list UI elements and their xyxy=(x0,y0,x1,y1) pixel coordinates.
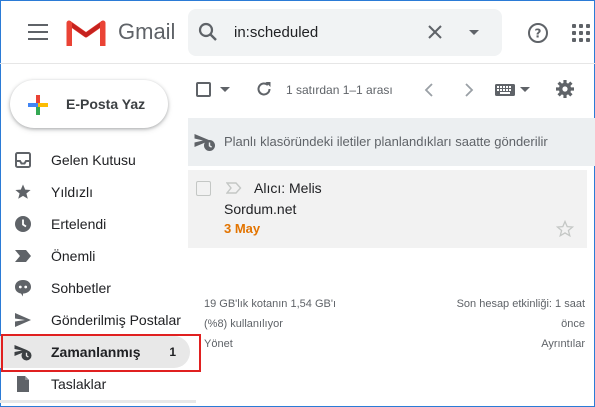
activity-details-link[interactable]: Ayrıntılar xyxy=(457,336,585,352)
inbox-icon xyxy=(15,152,31,168)
sidebar-item-starred[interactable]: Yıldızlı xyxy=(0,176,196,208)
sidebar-item-snoozed[interactable]: Ertelendi xyxy=(0,208,196,240)
select-options-caret-icon[interactable] xyxy=(220,87,230,93)
clock-icon xyxy=(15,216,31,232)
top-bar: Gmail ? xyxy=(0,0,595,64)
compose-plus-icon xyxy=(28,95,48,115)
pagination-text: 1 satırdan 1–1 arası xyxy=(286,83,393,97)
sidebar-item-label: Önemli xyxy=(51,248,96,264)
storage-usage-line1: 19 GB'lık kotanın 1,54 GB'ı xyxy=(204,298,336,310)
message-row[interactable]: Alıcı: Melis Sordum.net 3 May xyxy=(188,170,587,248)
activity-line2: önce xyxy=(561,318,585,330)
compose-label: E-Posta Yaz xyxy=(66,96,146,112)
clear-search-icon[interactable] xyxy=(426,23,444,41)
importance-marker-icon[interactable] xyxy=(226,182,242,194)
search-icon[interactable] xyxy=(198,22,218,42)
search-input[interactable] xyxy=(234,21,414,43)
sidebar-item-sent[interactable]: Gönderilmiş Postalar xyxy=(0,304,196,336)
sidebar-item-label: Ertelendi xyxy=(51,216,107,232)
sidebar-item-label: Yıldızlı xyxy=(51,184,94,200)
star-toggle-icon[interactable] xyxy=(556,220,574,238)
older-page-icon[interactable] xyxy=(464,83,474,97)
apps-grid-icon[interactable] xyxy=(572,24,590,42)
gmail-logo-icon[interactable] xyxy=(66,17,106,47)
refresh-icon[interactable] xyxy=(255,80,273,98)
message-checkbox[interactable] xyxy=(196,181,211,196)
highlight-annotation-box xyxy=(1,334,201,372)
chat-icon xyxy=(15,280,31,297)
sidebar-scroll-edge xyxy=(0,400,196,403)
storage-info: 19 GB'lık kotanın 1,54 GB'ı (%8) kullanı… xyxy=(204,296,336,352)
main-menu-icon[interactable] xyxy=(28,24,48,40)
sidebar-item-chats[interactable]: Sohbetler xyxy=(0,272,196,304)
send-icon xyxy=(15,313,31,327)
sidebar-item-label: Gönderilmiş Postalar xyxy=(51,312,181,328)
sidebar-item-label: Gelen Kutusu xyxy=(51,152,136,168)
draft-icon xyxy=(17,376,29,392)
help-icon[interactable]: ? xyxy=(527,22,549,44)
select-all-checkbox[interactable] xyxy=(196,82,211,97)
scheduled-info-banner: Planlı klasöründeki iletiler planlandıkl… xyxy=(188,118,595,166)
important-icon xyxy=(15,250,31,262)
compose-button[interactable]: E-Posta Yaz xyxy=(10,80,168,128)
sidebar-item-label: Taslaklar xyxy=(51,376,107,392)
message-subject: Sordum.net xyxy=(224,201,297,217)
search-bar xyxy=(188,9,502,56)
input-tools-caret-icon[interactable] xyxy=(520,87,530,93)
list-toolbar: 1 satırdan 1–1 arası xyxy=(188,72,595,108)
message-recipient: Alıcı: Melis xyxy=(254,180,322,196)
sidebar-item-inbox[interactable]: Gelen Kutusu xyxy=(0,144,196,176)
activity-line1: Son hesap etkinliği: 1 saat xyxy=(456,298,585,310)
message-scheduled-date: 3 May xyxy=(224,221,261,236)
newer-page-icon[interactable] xyxy=(424,83,434,97)
account-activity-info: Son hesap etkinliği: 1 saat önce Ayrıntı… xyxy=(457,296,585,352)
banner-text: Planlı klasöründeki iletiler planlandıkl… xyxy=(224,134,548,149)
sidebar-item-important[interactable]: Önemli xyxy=(0,240,196,272)
storage-usage-line2: (%8) kullanılıyor xyxy=(204,318,283,330)
scheduled-send-icon xyxy=(194,134,215,151)
manage-storage-link[interactable]: Yönet xyxy=(204,336,336,352)
brand-name[interactable]: Gmail xyxy=(118,19,175,45)
star-icon xyxy=(15,184,31,199)
sidebar-item-drafts[interactable]: Taslaklar xyxy=(0,368,196,400)
sidebar-item-label: Sohbetler xyxy=(51,280,111,296)
search-options-caret-icon[interactable] xyxy=(468,29,480,37)
keyboard-icon[interactable] xyxy=(495,84,515,96)
settings-gear-icon[interactable] xyxy=(555,79,575,99)
svg-text:?: ? xyxy=(535,27,542,41)
